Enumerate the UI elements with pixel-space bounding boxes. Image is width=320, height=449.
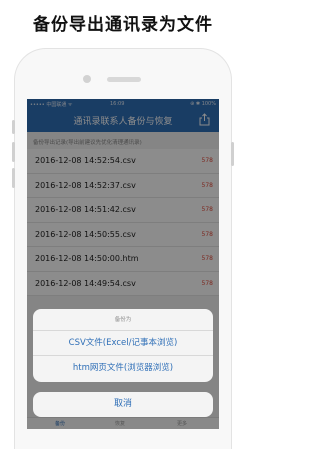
action-sheet: 备份为 CSV文件(Excel/记事本浏览) htm网页文件(浏览器浏览) — [33, 309, 213, 382]
export-htm-option[interactable]: htm网页文件(浏览器浏览) — [33, 356, 213, 381]
app-screen: ••••• 中国联通 ᯤ 16:09 ⊕ ✱ 100% 通讯录联系人备份与恢复 … — [27, 99, 219, 429]
earpiece-speaker — [107, 77, 141, 82]
export-csv-option[interactable]: CSV文件(Excel/记事本浏览) — [33, 331, 213, 356]
volume-up-button — [12, 142, 15, 162]
front-camera — [83, 75, 91, 83]
cancel-button[interactable]: 取消 — [33, 392, 213, 417]
silent-switch — [12, 120, 15, 134]
power-button — [231, 142, 234, 166]
action-sheet-title: 备份为 — [33, 309, 213, 331]
volume-down-button — [12, 168, 15, 188]
headline: 备份导出通讯录为文件 — [33, 15, 213, 35]
